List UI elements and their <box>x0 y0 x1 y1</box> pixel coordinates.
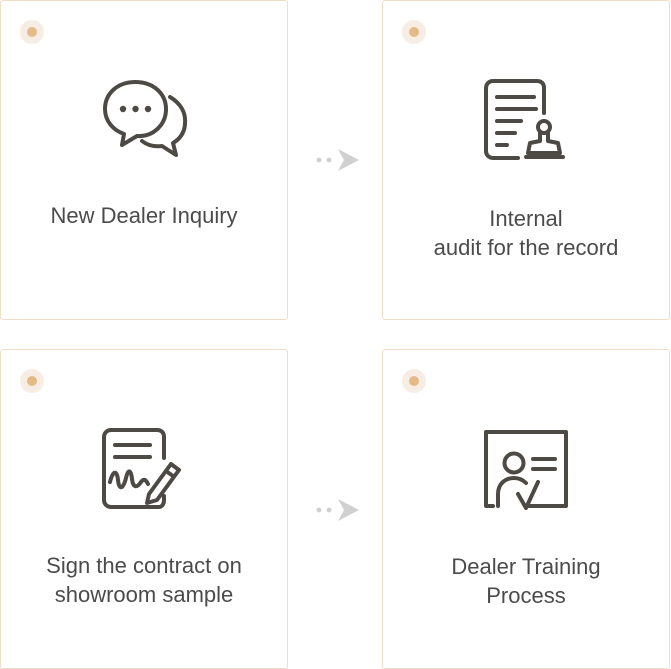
step-marker-dot <box>402 20 426 44</box>
step-marker-dot <box>20 20 44 44</box>
step-label: Sign the contract on showroom sample <box>46 553 242 607</box>
step-card-sign-contract: Sign the contract on showroom sample <box>0 349 288 669</box>
step-label: Dealer Training Process <box>451 554 601 608</box>
step-label: New Dealer Inquiry <box>50 203 238 228</box>
step-marker-dot <box>402 369 426 393</box>
trainer-board-icon <box>484 430 568 510</box>
step-label: Internal audit for the record <box>433 206 619 260</box>
contract-pen-icon <box>102 428 181 509</box>
step-card-new-dealer-inquiry: New Dealer Inquiry <box>0 0 288 320</box>
flow-arrow-icon <box>316 499 359 521</box>
chat-bubbles-icon <box>103 80 188 157</box>
document-stamp-icon <box>484 79 565 160</box>
step-marker-dot <box>20 369 44 393</box>
step-card-internal-audit: Internal audit for the record <box>382 0 670 320</box>
step-card-dealer-training: Dealer Training Process <box>382 349 670 669</box>
flow-arrow-icon <box>316 149 359 171</box>
